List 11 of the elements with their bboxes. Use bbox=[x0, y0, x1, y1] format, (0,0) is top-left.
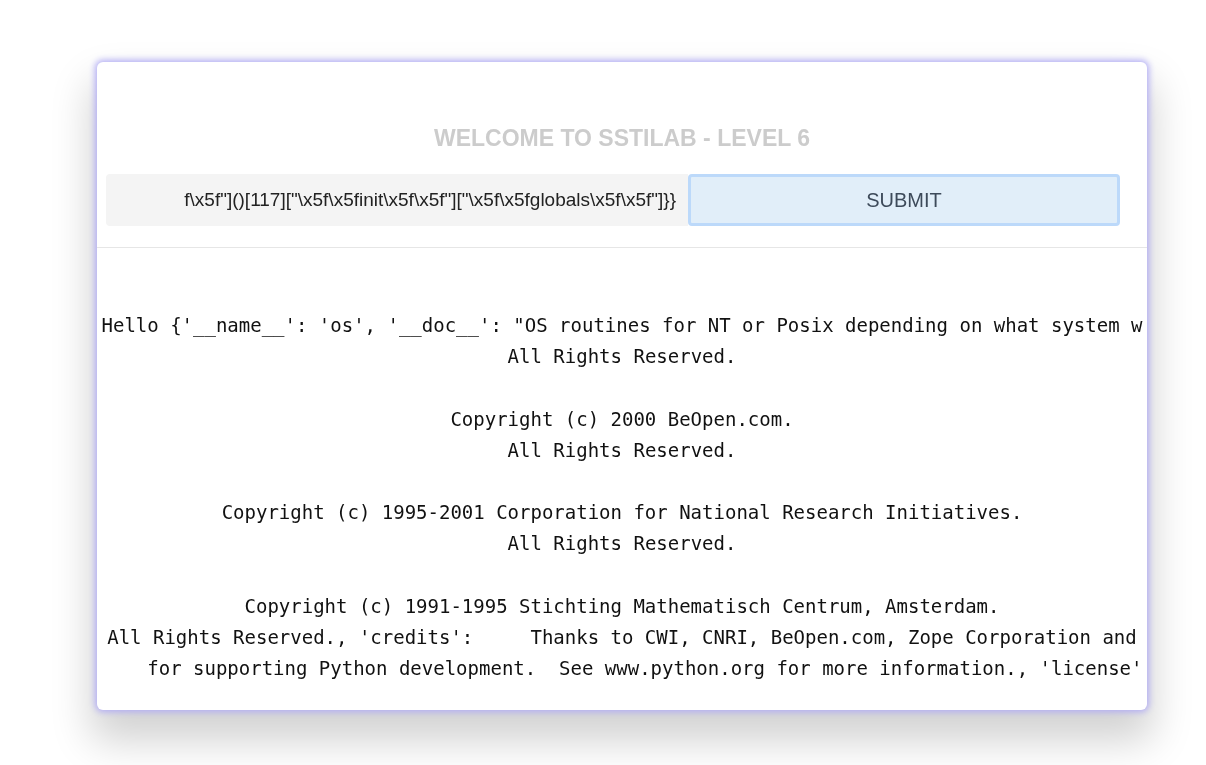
output-line: for supporting Python development. See www.python.org for more information., 'license' bbox=[146, 656, 1144, 682]
output-line: Copyright (c) 1991-1995 Stichting Mathematisch Centrum, Amsterdam. bbox=[243, 593, 1001, 619]
output-line: Copyright (c) 2000 BeOpen.com. bbox=[449, 406, 795, 432]
output-line: Copyright (c) 1995-2001 Corporation for National Research Initiatives. bbox=[220, 500, 1024, 526]
submit-button[interactable]: SUBMIT bbox=[688, 174, 1120, 226]
output-line: Hello {'__name__': 'os', '__doc__': "OS routines for NT or Posix depending on what system w bbox=[100, 313, 1144, 339]
output-line: All Rights Reserved. bbox=[506, 437, 738, 463]
output-line: All Rights Reserved. bbox=[506, 531, 738, 557]
input-field[interactable]: f\x5f"]()[117]["\x5f\x5finit\x5f\x5f"]["\x5f\x5fglobals\x5f\x5f"]}} bbox=[106, 174, 688, 226]
output-line: All Rights Reserved., 'credits': Thanks to CWI, CNRI, BeOpen.com, Zope Corporation and bbox=[106, 625, 1138, 651]
output-line: All Rights Reserved. bbox=[506, 344, 738, 370]
